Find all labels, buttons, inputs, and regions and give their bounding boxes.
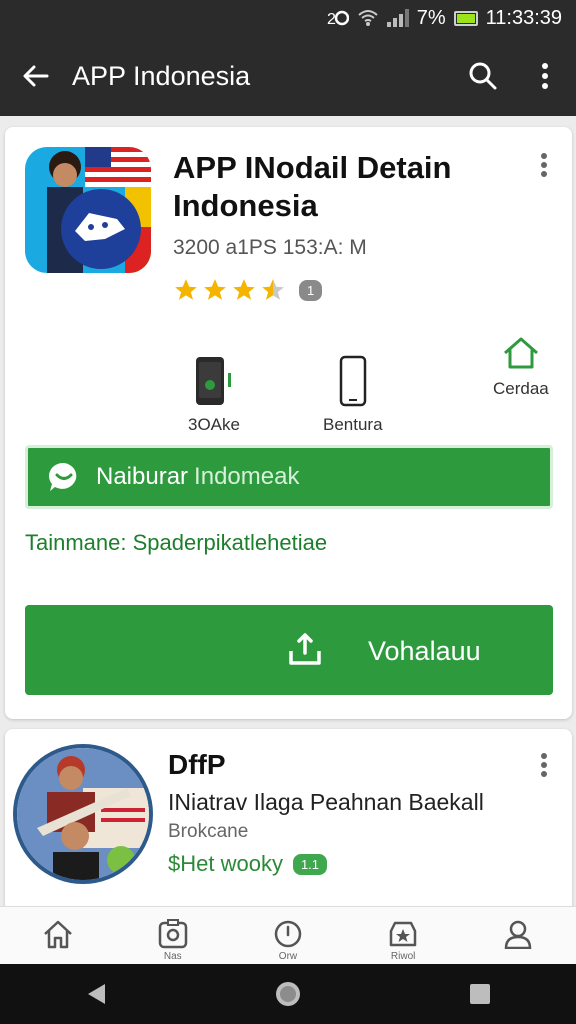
more-vert-icon (541, 153, 547, 177)
sim-icon: 2 (327, 8, 349, 28)
bottom-navigation: Nas Orw Riwol (0, 906, 576, 964)
battery-icon (453, 10, 478, 26)
circle-home-icon (276, 982, 300, 1006)
chat-banner-sub: Indomeak (194, 463, 300, 490)
app-title: DffP (168, 749, 226, 780)
svg-text:2: 2 (327, 11, 336, 28)
app-tagline: Tainmane: Spaderpikatlehetiae (25, 530, 328, 555)
arrow-left-icon (23, 65, 49, 87)
nav-item-rewards[interactable]: Riwol (353, 907, 453, 964)
overflow-menu-button[interactable] (514, 36, 576, 116)
chat-bubble-icon (42, 455, 86, 499)
clock-icon (274, 920, 302, 948)
back-button[interactable] (0, 36, 72, 116)
smartphone-icon (339, 355, 367, 407)
search-button[interactable] (452, 36, 514, 116)
nav-item-updates[interactable]: Orw (238, 907, 338, 964)
app-more-button[interactable] (532, 145, 556, 185)
download-button[interactable]: Vohalauu (25, 605, 553, 695)
top-app-bar: APP Indonesia (0, 36, 576, 116)
badge-star-icon (389, 921, 417, 947)
system-home-button[interactable] (258, 964, 318, 1024)
feature-label: 3OAke (188, 415, 240, 434)
square-recents-icon (470, 984, 490, 1004)
app-developer: Brokcane (168, 821, 249, 842)
feature-item-2[interactable]: Bentura (323, 355, 383, 435)
feature-item-1[interactable]: 3OAke (188, 355, 240, 435)
clock: 11:33:39 (485, 6, 562, 29)
app-description: INiatrav Ilaga Peahnan Baekall (168, 789, 484, 815)
star-half-icon (262, 279, 284, 300)
battery-percent: 7% (416, 6, 446, 29)
nav-item-home[interactable] (8, 907, 108, 964)
triangle-back-icon (88, 984, 105, 1004)
more-vert-icon (541, 753, 547, 777)
app-price-text: $Het wooky (168, 851, 283, 876)
signal-icon (386, 9, 409, 27)
more-vert-icon (542, 63, 548, 89)
person-icon (505, 920, 532, 949)
second-app-card[interactable]: DffP INiatrav Ilaga Peahnan Baekall Brok… (5, 729, 572, 929)
download-label: Vohalauu (368, 636, 481, 666)
feature-item-3[interactable]: Cerdaa (493, 335, 549, 399)
featured-app-card[interactable]: APP INodail Detain Indonesia 3200 a1PS 1… (5, 127, 572, 719)
app-icon[interactable] (25, 147, 151, 273)
download-icon (289, 633, 321, 665)
system-back-button[interactable] (66, 964, 126, 1024)
app-title: APP INodail Detain Indonesia (173, 150, 452, 223)
app-badge: 1.1 (292, 853, 328, 875)
chat-banner-label: Naiburar (96, 463, 189, 490)
app-meta: 3200 a1PS 153:A: M (173, 236, 367, 259)
feature-label: Cerdaa (493, 379, 549, 398)
star-icon (233, 279, 255, 300)
home-icon (43, 920, 72, 949)
nav-label: Orw (278, 951, 298, 962)
system-recents-button[interactable] (450, 964, 510, 1024)
app-more-button[interactable] (532, 745, 556, 785)
system-navigation-bar (0, 964, 576, 1024)
phone-icon (195, 357, 231, 405)
apps-icon (158, 919, 188, 949)
status-bar: 2 7% 11:33:39 (0, 0, 576, 36)
chat-banner[interactable]: Naiburar Indomeak (25, 445, 553, 509)
search-icon (469, 62, 497, 90)
home-outline-icon (503, 337, 538, 369)
nav-label: Nas (163, 951, 182, 962)
star-icon (204, 279, 226, 300)
rating: 1 (173, 277, 323, 303)
star-icon (175, 279, 197, 300)
nav-label: Riwol (390, 951, 416, 962)
page-title: APP Indonesia (72, 60, 251, 91)
wifi-icon (357, 8, 379, 28)
rating-badge: 1 (299, 279, 323, 301)
app-price: $Het wooky 1.1 (168, 851, 328, 877)
feature-label: Bentura (323, 415, 383, 434)
app-icon[interactable] (13, 744, 153, 884)
nav-item-apps[interactable]: Nas (123, 907, 223, 964)
nav-item-account[interactable] (468, 907, 568, 964)
